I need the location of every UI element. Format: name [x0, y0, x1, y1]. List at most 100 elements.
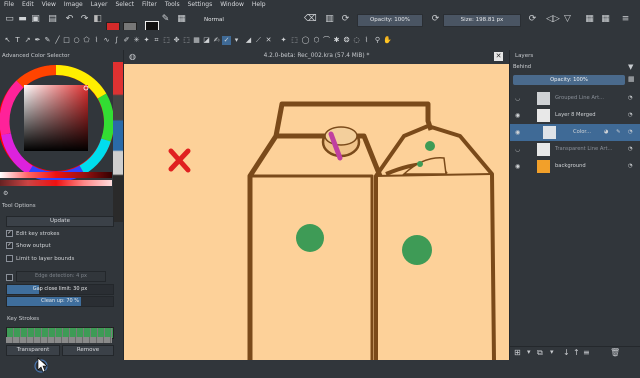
transparent-button[interactable]: Transparent: [6, 345, 60, 356]
polygon-select-icon[interactable]: ⬡: [312, 36, 321, 45]
move-tool-icon[interactable]: ✥: [172, 36, 181, 45]
rectangle-tool-icon[interactable]: □: [62, 36, 71, 45]
settings-icon[interactable]: ⚙: [3, 190, 8, 197]
layer-row-transparent-line-art[interactable]: ◡ Transparent Line Art... ◔: [510, 141, 640, 158]
color-history-strip[interactable]: [113, 62, 123, 222]
layer-row-layer-8-merged[interactable]: ◉ Layer 8 Merged ◔: [510, 107, 640, 124]
similar-select-icon[interactable]: ❂: [342, 36, 351, 45]
redo-icon[interactable]: ↷: [79, 14, 90, 25]
lock-icon[interactable]: ◔: [628, 141, 633, 158]
layer-properties-icon[interactable]: ▦: [628, 75, 635, 83]
measure-tool-icon[interactable]: ⟋: [254, 36, 263, 45]
hand-tool-icon[interactable]: ✋: [383, 36, 392, 45]
mirror-horizontal-icon[interactable]: ◁▷: [546, 14, 560, 25]
visibility-icon[interactable]: ◉: [515, 107, 520, 124]
menu-edit[interactable]: Edit: [18, 0, 38, 9]
polyline-tool-icon[interactable]: ⌇: [92, 36, 101, 45]
layer-opacity-slider[interactable]: Opacity: 100%: [513, 75, 625, 85]
text-tool-icon[interactable]: T: [13, 36, 22, 45]
reference-images-icon[interactable]: ✕: [264, 36, 273, 45]
freehand-brush-icon[interactable]: ✎: [43, 36, 52, 45]
layer-row-color[interactable]: ◉ Color... ◕ ✎ ◔: [510, 124, 640, 141]
ellipse-tool-icon[interactable]: ○: [72, 36, 81, 45]
reset-opacity-icon[interactable]: ⟳: [430, 14, 441, 25]
add-layer-dropdown-icon[interactable]: ▾: [527, 348, 531, 356]
menu-settings[interactable]: Settings: [184, 0, 217, 9]
move-down-icon[interactable]: ↓: [563, 348, 570, 357]
gradient-tool-icon[interactable]: ◪: [202, 36, 211, 45]
pan-tool-icon[interactable]: ✦: [279, 36, 288, 45]
outline-icon[interactable]: ⬚: [182, 36, 191, 45]
open-folder-icon[interactable]: ▬: [17, 14, 28, 25]
calligraphy-icon[interactable]: ✒: [33, 36, 42, 45]
delete-layer-icon[interactable]: 🗑: [610, 348, 620, 357]
canvas-drawing[interactable]: [124, 64, 509, 360]
multibrush-icon[interactable]: ✳: [132, 36, 141, 45]
visibility-icon[interactable]: ◉: [515, 124, 520, 141]
menu-tools[interactable]: Tools: [161, 0, 184, 9]
assistant-tool-icon[interactable]: ◢: [244, 36, 253, 45]
save-icon[interactable]: ▣: [30, 14, 41, 25]
limit-bounds-checkbox[interactable]: Limit to layer bounds: [6, 255, 74, 263]
eraser-icon[interactable]: ⌫: [304, 14, 317, 25]
menu-image[interactable]: Image: [60, 0, 87, 9]
undo-icon[interactable]: ↶: [64, 14, 75, 25]
visibility-icon[interactable]: ◡: [515, 141, 520, 158]
dynamic-brush-icon[interactable]: ✐: [122, 36, 131, 45]
menu-file[interactable]: File: [0, 0, 18, 9]
brush-preset-icon[interactable]: ✎: [160, 14, 171, 25]
layer-row-background[interactable]: ◉ background ◔: [510, 158, 640, 175]
layer-blend-mode[interactable]: Behind: [513, 63, 625, 72]
freehand-select-icon[interactable]: ⌒: [322, 36, 331, 45]
grid-icon[interactable]: ▦: [192, 36, 201, 45]
layer-row-grouped-line-art[interactable]: ◡ Grouped Line Art... ◔: [510, 90, 640, 107]
key-strokes-swatches-row2[interactable]: [6, 337, 112, 343]
smart-patch-icon[interactable]: ✦: [142, 36, 151, 45]
bezier-tool-icon[interactable]: ∿: [102, 36, 111, 45]
menu-help[interactable]: Help: [248, 0, 270, 9]
opacity-slider[interactable]: Opacity: 100%: [357, 14, 423, 27]
mirror-vertical-icon[interactable]: ▽: [562, 14, 573, 25]
select-shapes-icon[interactable]: ↖: [3, 36, 12, 45]
menu-window[interactable]: Window: [216, 0, 248, 9]
edge-detection-slider[interactable]: Edge detection: 4 px: [16, 271, 106, 282]
freehand-path-icon[interactable]: ∫: [112, 36, 121, 45]
lock-icon[interactable]: ◔: [628, 124, 633, 141]
duplicate-layer-icon[interactable]: ⧉: [537, 348, 543, 358]
layer-properties-icon[interactable]: ≡: [583, 348, 590, 357]
ellipse-select-icon[interactable]: ◯: [301, 36, 310, 45]
visibility-icon[interactable]: ◉: [515, 158, 520, 175]
edge-detection-checkbox[interactable]: [6, 274, 13, 281]
new-document-icon[interactable]: ▭: [4, 14, 15, 25]
menu-filter[interactable]: Filter: [138, 0, 161, 9]
line-tool-icon[interactable]: ╱: [53, 36, 62, 45]
edit-key-strokes-checkbox[interactable]: ✓ Edit key strokes: [6, 230, 60, 238]
edit-shapes-icon[interactable]: ↗: [23, 36, 32, 45]
clean-up-slider[interactable]: Clean up: 70 %: [6, 296, 114, 307]
polygon-tool-icon[interactable]: ⬠: [82, 36, 91, 45]
edit-icon[interactable]: ✎: [616, 124, 620, 141]
menu-layer[interactable]: Layer: [87, 0, 112, 9]
colorize-mask-icon[interactable]: ✓: [222, 36, 231, 45]
lock-icon[interactable]: ◔: [628, 158, 633, 175]
close-document-icon[interactable]: ✕: [494, 52, 503, 61]
size-slider[interactable]: Size: 198.81 px: [443, 14, 521, 27]
add-layer-icon[interactable]: ⊞: [514, 348, 521, 357]
menu-view[interactable]: View: [38, 0, 60, 9]
gap-close-slider[interactable]: Gap close limit: 30 px: [6, 284, 114, 295]
crop-tool-icon[interactable]: ⌗: [152, 36, 161, 45]
workspace-icon[interactable]: ≡: [620, 14, 631, 25]
transform-tool-icon[interactable]: ⬚: [162, 36, 171, 45]
move-up-icon[interactable]: ↑: [573, 348, 580, 357]
contiguous-select-icon[interactable]: ✱: [332, 36, 341, 45]
brush-editor-icon[interactable]: ▦: [176, 14, 187, 25]
shade-strip-2[interactable]: [0, 180, 112, 186]
blend-mode-select[interactable]: Normal: [200, 14, 299, 27]
rect-select-icon[interactable]: ⬚: [290, 36, 299, 45]
wrap-around-icon[interactable]: ▦: [584, 14, 595, 25]
color-picker-icon[interactable]: ✍: [212, 36, 221, 45]
open-icon[interactable]: ▤: [47, 14, 58, 25]
preserve-alpha-icon[interactable]: ▥: [324, 14, 335, 25]
show-output-checkbox[interactable]: ✓ Show output: [6, 242, 51, 250]
lock-icon[interactable]: ◔: [628, 90, 633, 107]
